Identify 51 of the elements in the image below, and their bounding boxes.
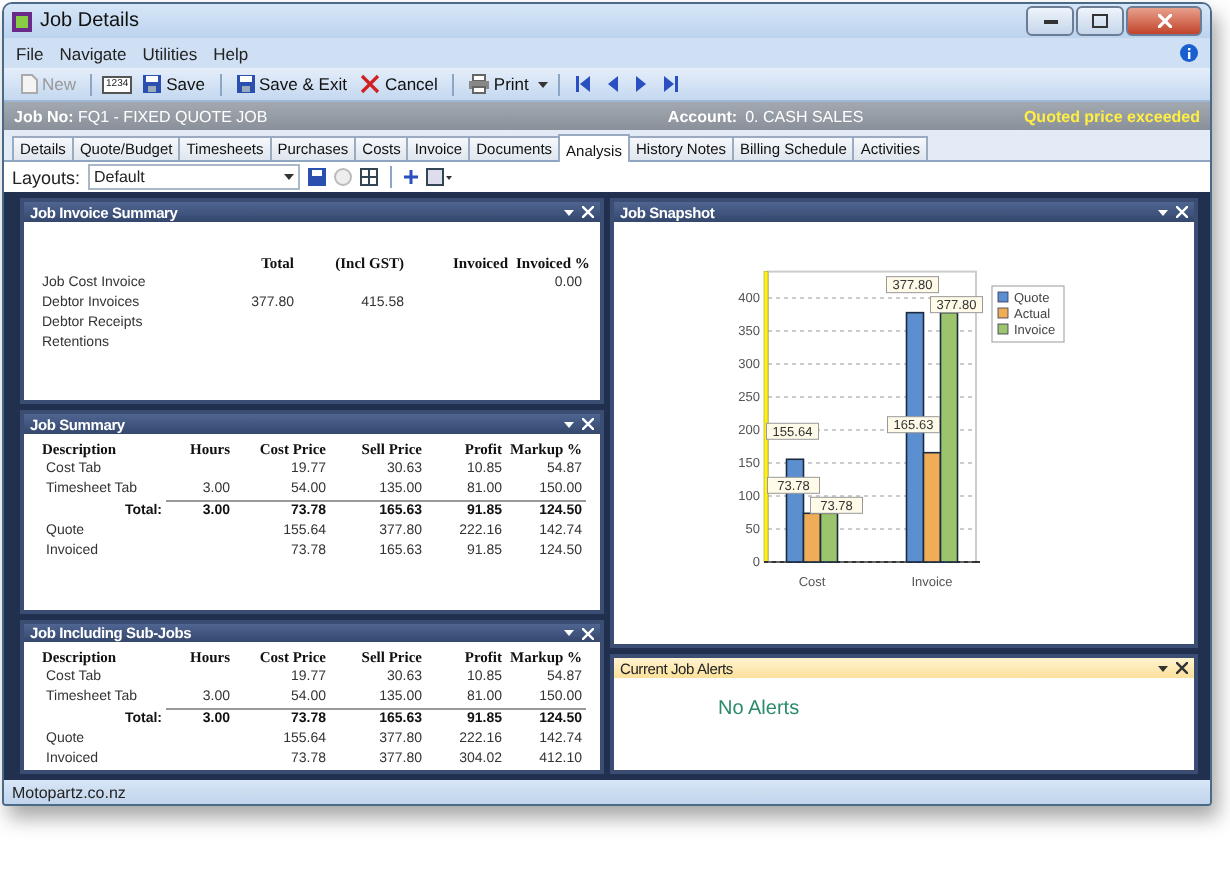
close-icon[interactable]	[1176, 662, 1188, 674]
menu-item[interactable]: Help	[213, 43, 249, 63]
dropdown-icon[interactable]	[564, 209, 574, 215]
status-text: Motopartz.co.nz	[12, 783, 126, 801]
legend-swatch	[997, 323, 1009, 335]
next-icon[interactable]	[636, 76, 647, 92]
bar	[819, 512, 839, 563]
info-icon[interactable]	[1180, 44, 1198, 62]
dropdown-icon	[284, 174, 295, 180]
print-button[interactable]: Print	[463, 74, 533, 94]
menu-item[interactable]: Utilities	[142, 43, 198, 63]
layout-dropdown[interactable]: Default	[88, 164, 301, 190]
panel-layout-icon[interactable]	[426, 168, 453, 186]
warning-text: Quoted price exceeded	[1023, 107, 1200, 125]
printer-icon	[467, 74, 490, 94]
menu-item[interactable]: Navigate	[59, 43, 127, 63]
close-button[interactable]	[1126, 6, 1202, 36]
dropdown-icon[interactable]	[1158, 209, 1168, 215]
legend-swatch	[997, 307, 1009, 319]
save-icon[interactable]	[308, 168, 327, 186]
job-label: Job No:	[14, 107, 74, 125]
cross-icon	[360, 74, 381, 94]
legend-swatch	[997, 291, 1009, 303]
layouts-label: Layouts:	[12, 167, 81, 187]
dropdown-icon[interactable]	[538, 81, 549, 87]
document-icon	[20, 74, 38, 94]
minimize-button[interactable]	[1026, 6, 1074, 36]
window-title: Job Details	[40, 10, 139, 32]
account-value: 0. CASH SALES	[745, 107, 864, 125]
save-icon	[235, 74, 256, 94]
maximize-button[interactable]	[1076, 6, 1124, 36]
save-button[interactable]: Save	[138, 74, 210, 94]
close-icon	[1157, 14, 1171, 28]
first-icon[interactable]	[576, 76, 591, 92]
maximize-icon	[1092, 14, 1108, 28]
save-exit-button[interactable]: Save & Exit	[231, 74, 351, 94]
job-number: FQ1 - FIXED QUOTE JOB	[78, 107, 268, 125]
plus-icon[interactable]	[404, 170, 419, 184]
account-label: Account:	[667, 107, 738, 125]
menu-item[interactable]: File	[16, 43, 44, 63]
grid-icon[interactable]	[360, 168, 379, 186]
alert-message: No Alerts	[718, 698, 800, 720]
save-icon	[142, 74, 163, 94]
previous-icon[interactable]	[608, 76, 619, 92]
dropdown-icon[interactable]	[564, 421, 574, 427]
last-icon[interactable]	[664, 76, 679, 92]
cancel-button[interactable]: Cancel	[356, 74, 442, 94]
dropdown-icon[interactable]	[564, 630, 574, 636]
app-icon	[12, 11, 32, 31]
dropdown-icon[interactable]	[1158, 665, 1168, 671]
minimize-icon	[1043, 18, 1057, 24]
